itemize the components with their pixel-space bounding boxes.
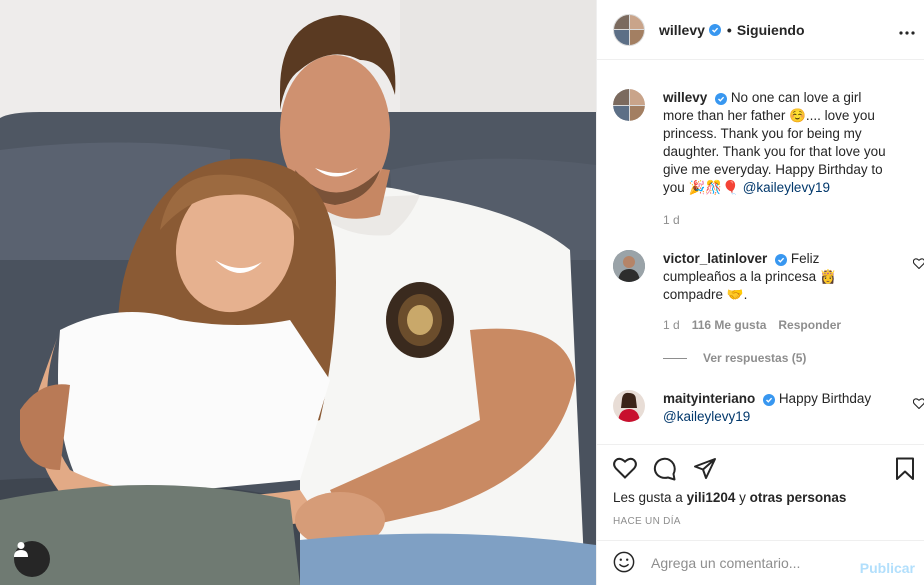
likes-summary: Les gusta a yili1204 y otras personas [613, 490, 846, 505]
view-replies-label: Ver respuestas (5) [703, 351, 807, 365]
verified-badge-icon [763, 394, 776, 406]
commenter-avatar[interactable] [613, 390, 645, 422]
verified-badge-icon [715, 93, 728, 105]
more-options-icon [899, 31, 915, 35]
caption-meta: 1 d [663, 211, 893, 229]
tag-user-button[interactable] [14, 541, 50, 577]
follow-status-button[interactable]: Siguiendo [737, 22, 805, 38]
likes-user-link[interactable]: yili1204 [687, 490, 736, 505]
caption-time[interactable]: 1 d [663, 211, 680, 229]
add-comment-bar: Publicar [597, 540, 924, 585]
share-paper-plane-icon [694, 458, 716, 479]
heart-icon [613, 457, 637, 479]
caption-avatar[interactable] [613, 89, 645, 121]
likes-others-link[interactable]: otras personas [750, 490, 847, 505]
caption-username[interactable]: willevy [663, 90, 707, 105]
comment-time[interactable]: 1 d [663, 316, 680, 334]
caption-mention-link[interactable]: @kaileylevy19 [743, 180, 830, 195]
comments-list[interactable]: willevy No one can love a girl more than… [597, 60, 924, 444]
like-button[interactable] [613, 457, 637, 482]
bookmark-icon [896, 457, 914, 480]
caption-body: willevy No one can love a girl more than… [663, 89, 893, 229]
user-tag-icon [14, 542, 28, 557]
comment-button[interactable] [653, 457, 677, 484]
heart-icon [912, 398, 924, 410]
save-button[interactable] [895, 457, 915, 484]
comment-username[interactable]: maityinteriano [663, 391, 755, 406]
post-details-panel: willevy • Siguiendo willevy No one can l… [596, 0, 924, 585]
reply-button[interactable]: Responder [778, 316, 841, 334]
post-header: willevy • Siguiendo [597, 0, 924, 60]
comment-username[interactable]: victor_latinlover [663, 251, 767, 266]
likes-prefix: Les gusta a [613, 490, 683, 505]
commenter-avatar[interactable] [613, 250, 645, 282]
author-avatar[interactable] [613, 13, 645, 46]
comment-body: victor_latinlover Feliz cumpleaños a la … [663, 250, 893, 334]
comment-item: victor_latinlover Feliz cumpleaños a la … [613, 250, 924, 334]
separator-dot: • [726, 21, 732, 38]
caption-comment: willevy No one can love a girl more than… [613, 89, 913, 229]
publish-button[interactable]: Publicar [860, 560, 915, 576]
emoji-icon [613, 551, 635, 572]
comment-input[interactable] [651, 555, 851, 571]
comment-bubble-icon [653, 457, 676, 481]
likes-connector: y [739, 490, 746, 505]
heart-icon [912, 258, 924, 270]
more-options-button[interactable] [899, 22, 915, 38]
comment-meta: 1 d 116 Me gusta Responder [663, 316, 893, 334]
post-photo-illustration [0, 0, 596, 585]
comment-item: maityinteriano Happy Birthday @kaileylev… [613, 390, 924, 426]
verified-badge-icon [708, 23, 721, 36]
emoji-button[interactable] [613, 551, 635, 576]
verified-badge-icon [775, 254, 788, 266]
author-username[interactable]: willevy [659, 22, 705, 38]
comment-like-button[interactable] [912, 396, 924, 412]
replies-divider [663, 357, 687, 359]
view-replies-button[interactable]: Ver respuestas (5) [663, 351, 806, 365]
post-actions-bar [597, 444, 924, 494]
post-date[interactable]: HACE UN DÍA [613, 516, 681, 527]
share-button[interactable] [693, 457, 717, 484]
comment-like-button[interactable] [912, 256, 924, 272]
comment-body: maityinteriano Happy Birthday @kaileylev… [663, 390, 893, 426]
post-photo[interactable] [0, 0, 596, 585]
comment-mention-link[interactable]: @kaileylevy19 [663, 409, 750, 424]
comment-text: Happy Birthday [778, 391, 872, 406]
comment-likes-count[interactable]: 116 Me gusta [692, 316, 767, 334]
